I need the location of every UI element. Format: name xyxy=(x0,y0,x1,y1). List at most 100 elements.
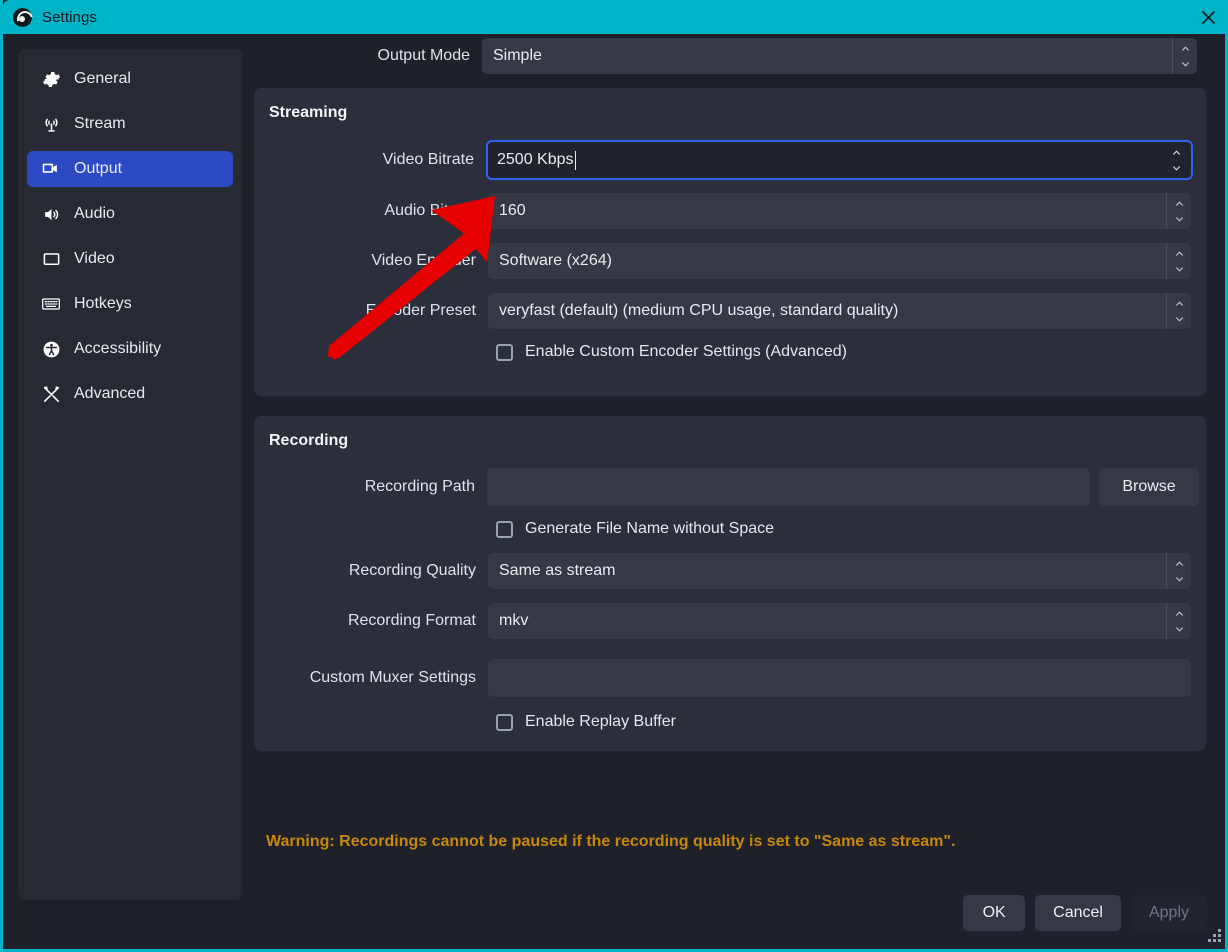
audio-bitrate-label: Audio Bitrate xyxy=(384,202,476,219)
speaker-icon xyxy=(41,204,61,224)
browse-button[interactable]: Browse xyxy=(1099,468,1199,506)
monitor-icon xyxy=(41,249,61,269)
recording-quality-spinner[interactable] xyxy=(1166,553,1191,589)
sidebar-item-accessibility[interactable]: Accessibility xyxy=(27,331,233,367)
dialog-footer: OK Cancel Apply xyxy=(963,895,1207,931)
encoder-preset-value: veryfast (default) (medium CPU usage, st… xyxy=(499,302,899,319)
sidebar-item-hotkeys[interactable]: Hotkeys xyxy=(27,286,233,322)
video-encoder-label: Video Encoder xyxy=(371,252,476,269)
replay-buffer-checkbox[interactable] xyxy=(496,713,513,731)
video-encoder-select[interactable]: Software (x264) xyxy=(488,243,1191,279)
replay-buffer-checkbox-row[interactable]: Enable Replay Buffer xyxy=(496,713,1192,731)
video-encoder-row: Video Encoder Software (x264) xyxy=(268,243,1192,279)
chevron-up-icon xyxy=(1175,300,1183,306)
chevron-up-icon xyxy=(1181,45,1189,51)
resize-grip[interactable] xyxy=(1206,929,1221,942)
output-mode-spinner[interactable] xyxy=(1172,38,1197,74)
output-mode-select[interactable]: Simple xyxy=(482,38,1197,74)
chevron-up-icon xyxy=(1175,610,1183,616)
custom-muxer-input[interactable] xyxy=(488,659,1191,697)
output-mode-row: Output Mode Simple xyxy=(254,38,1209,74)
encoder-preset-select[interactable]: veryfast (default) (medium CPU usage, st… xyxy=(488,293,1191,329)
sidebar-item-label: Advanced xyxy=(74,385,146,402)
settings-sidebar: General Stream Output Audio Video Hotkey… xyxy=(18,49,242,900)
custom-encoder-checkbox-label: Enable Custom Encoder Settings (Advanced… xyxy=(525,343,847,360)
recording-quality-label: Recording Quality xyxy=(348,562,476,579)
chevron-up-icon xyxy=(1175,250,1183,256)
video-encoder-value: Software (x264) xyxy=(499,252,612,269)
gear-icon xyxy=(41,69,61,89)
recording-format-row: Recording Format mkv xyxy=(268,603,1192,639)
video-bitrate-row: Video Bitrate 2500 Kbps xyxy=(268,140,1193,180)
generate-file-name-checkbox[interactable] xyxy=(496,520,513,538)
recording-format-select[interactable]: mkv xyxy=(488,603,1191,639)
chevron-down-icon xyxy=(1175,576,1183,582)
audio-bitrate-spinner[interactable] xyxy=(1166,193,1191,229)
obs-logo-icon xyxy=(13,7,32,27)
broadcast-icon xyxy=(41,114,61,134)
sidebar-item-label: Hotkeys xyxy=(74,295,132,312)
custom-muxer-row: Custom Muxer Settings xyxy=(268,659,1192,697)
recording-path-row: Recording Path Browse xyxy=(268,468,1199,506)
close-glyph xyxy=(1201,10,1215,24)
chevron-up-icon xyxy=(1175,200,1183,206)
custom-muxer-value xyxy=(488,659,1191,668)
recording-quality-select[interactable]: Same as stream xyxy=(488,553,1191,589)
text-caret xyxy=(574,150,576,170)
audio-bitrate-value: 160 xyxy=(499,202,526,219)
sidebar-item-label: Video xyxy=(74,250,115,267)
sidebar-item-label: Audio xyxy=(74,205,115,222)
custom-muxer-label: Custom Muxer Settings xyxy=(309,669,476,686)
output-mode-value: Simple xyxy=(493,47,542,64)
sidebar-item-advanced[interactable]: Advanced xyxy=(27,376,233,412)
sidebar-item-label: Stream xyxy=(74,115,126,132)
cancel-button[interactable]: Cancel xyxy=(1035,895,1121,931)
recording-quality-row: Recording Quality Same as stream xyxy=(268,553,1192,589)
accessibility-icon xyxy=(41,339,61,359)
chevron-down-icon xyxy=(1175,266,1183,272)
recording-format-value: mkv xyxy=(499,612,529,629)
video-encoder-spinner[interactable] xyxy=(1166,243,1191,279)
settings-window: Settings General Stream Output Audio Vid… xyxy=(0,0,1228,952)
window-title: Settings xyxy=(42,8,97,26)
chevron-up-icon xyxy=(1175,560,1183,566)
video-bitrate-input[interactable]: 2500 Kbps xyxy=(486,140,1193,180)
sidebar-item-output[interactable]: Output xyxy=(27,151,233,187)
chevron-up-icon xyxy=(1172,149,1180,155)
tools-icon xyxy=(41,384,61,404)
dialog-body: General Stream Output Audio Video Hotkey… xyxy=(3,34,1225,946)
sidebar-item-label: Output xyxy=(74,160,123,177)
sidebar-item-general[interactable]: General xyxy=(27,61,233,97)
keyboard-icon xyxy=(41,294,61,314)
streaming-group-title: Streaming xyxy=(269,104,348,121)
sidebar-item-label: Accessibility xyxy=(74,340,162,357)
chevron-down-icon xyxy=(1175,216,1183,222)
recording-quality-value: Same as stream xyxy=(499,562,616,579)
chevron-down-icon xyxy=(1175,316,1183,322)
encoder-preset-label: Encoder Preset xyxy=(365,302,476,319)
output-screen-icon xyxy=(41,159,61,179)
video-bitrate-value: 2500 Kbps xyxy=(497,151,574,168)
custom-encoder-checkbox-row[interactable]: Enable Custom Encoder Settings (Advanced… xyxy=(496,343,1192,361)
recording-path-input[interactable] xyxy=(487,468,1090,506)
close-icon[interactable] xyxy=(1185,0,1225,34)
audio-bitrate-select[interactable]: 160 xyxy=(488,193,1191,229)
chevron-down-icon xyxy=(1172,165,1180,171)
video-bitrate-spinner[interactable] xyxy=(1161,142,1191,178)
generate-file-name-checkbox-row[interactable]: Generate File Name without Space xyxy=(496,520,1192,538)
sidebar-item-audio[interactable]: Audio xyxy=(27,196,233,232)
generate-file-name-checkbox-label: Generate File Name without Space xyxy=(525,520,775,537)
replay-buffer-checkbox-label: Enable Replay Buffer xyxy=(525,713,676,730)
recording-path-value xyxy=(487,468,1090,477)
custom-encoder-checkbox[interactable] xyxy=(496,343,513,361)
recording-format-spinner[interactable] xyxy=(1166,603,1191,639)
recording-path-label: Recording Path xyxy=(364,478,475,495)
recording-format-label: Recording Format xyxy=(347,612,476,629)
streaming-group: Streaming Video Bitrate 2500 Kbps Audio … xyxy=(254,88,1206,396)
sidebar-item-video[interactable]: Video xyxy=(27,241,233,277)
ok-button[interactable]: OK xyxy=(963,895,1026,931)
chevron-down-icon xyxy=(1181,61,1189,67)
apply-button[interactable]: Apply xyxy=(1130,895,1207,931)
encoder-preset-spinner[interactable] xyxy=(1166,293,1191,329)
sidebar-item-stream[interactable]: Stream xyxy=(27,106,233,142)
